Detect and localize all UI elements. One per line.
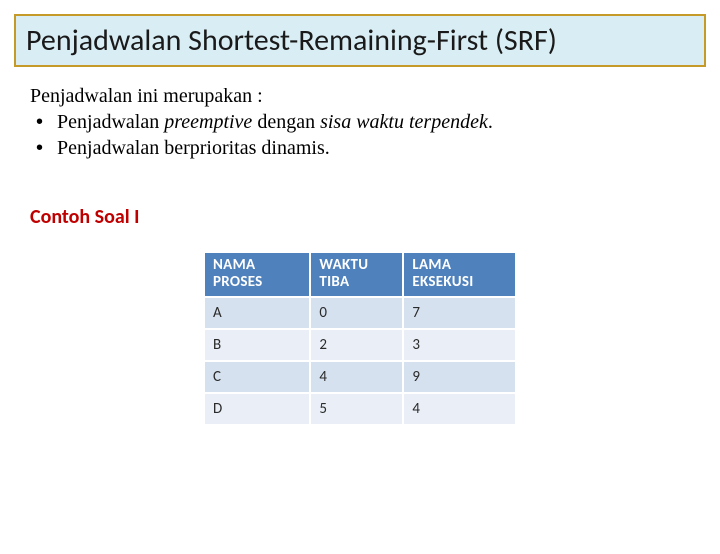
title-bar: Penjadwalan Shortest-Remaining-First (SR…	[14, 14, 706, 67]
list-item: Penjadwalan preemptive dengan sisa waktu…	[36, 109, 690, 135]
cell-lama: 4	[403, 393, 515, 424]
intro-block: Penjadwalan ini merupakan : Penjadwalan …	[30, 83, 690, 161]
table-row: A 0 7	[205, 297, 515, 329]
bullet-text: .	[488, 111, 493, 133]
process-table-wrap: NAMAPROSES WAKTUTIBA LAMAEKSEKUSI A 0 7 …	[205, 253, 515, 424]
cell-tiba: 4	[310, 361, 403, 393]
cell-lama: 3	[403, 329, 515, 361]
table-row: C 4 9	[205, 361, 515, 393]
col-nama-proses: NAMAPROSES	[205, 253, 310, 297]
list-item: Penjadwalan berprioritas dinamis.	[36, 135, 690, 161]
table-row: D 5 4	[205, 393, 515, 424]
intro-lead: Penjadwalan ini merupakan :	[30, 83, 690, 109]
col-lama-eksekusi: LAMAEKSEKUSI	[403, 253, 515, 297]
cell-lama: 9	[403, 361, 515, 393]
bullet-text: Penjadwalan	[57, 111, 164, 133]
bullet-italic: preemptive	[164, 111, 252, 133]
bullet-italic: sisa waktu terpendek	[320, 111, 488, 133]
table-row: B 2 3	[205, 329, 515, 361]
cell-nama: C	[205, 361, 310, 393]
process-table: NAMAPROSES WAKTUTIBA LAMAEKSEKUSI A 0 7 …	[205, 253, 515, 424]
col-waktu-tiba: WAKTUTIBA	[310, 253, 403, 297]
page-title: Penjadwalan Shortest-Remaining-First (SR…	[26, 22, 694, 59]
bullet-text: Penjadwalan berprioritas dinamis.	[57, 137, 330, 159]
cell-tiba: 5	[310, 393, 403, 424]
cell-tiba: 0	[310, 297, 403, 329]
intro-list: Penjadwalan preemptive dengan sisa waktu…	[30, 109, 690, 161]
example-heading: Contoh Soal I	[30, 205, 720, 229]
cell-lama: 7	[403, 297, 515, 329]
cell-nama: B	[205, 329, 310, 361]
table-header-row: NAMAPROSES WAKTUTIBA LAMAEKSEKUSI	[205, 253, 515, 297]
cell-nama: A	[205, 297, 310, 329]
cell-nama: D	[205, 393, 310, 424]
bullet-text: dengan	[252, 111, 320, 133]
cell-tiba: 2	[310, 329, 403, 361]
